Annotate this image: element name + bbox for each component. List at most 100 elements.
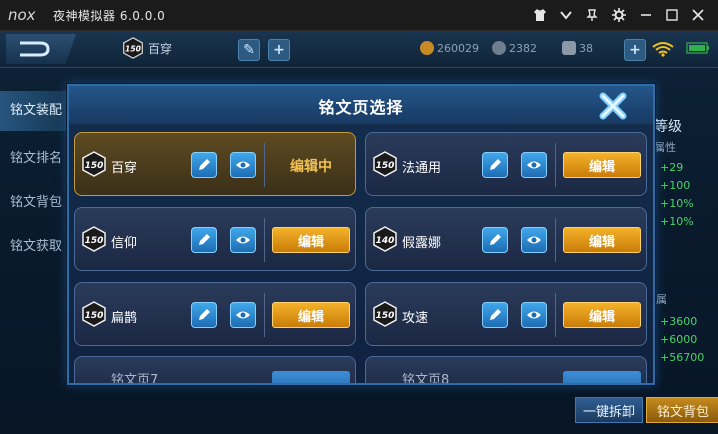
settings-button[interactable] xyxy=(609,5,629,25)
svg-text:150: 150 xyxy=(125,44,142,53)
stat-value: +3600 xyxy=(660,315,698,328)
edit-page-button[interactable]: 编辑 xyxy=(563,152,641,178)
svg-text:150: 150 xyxy=(85,161,104,171)
diamond-resource: 2382 xyxy=(492,41,537,55)
rune-page-name: 铭文页8 xyxy=(402,373,450,383)
view-page-button[interactable] xyxy=(521,227,547,253)
stats-panel: 等级 属性 +29 +100 +10% +10% 属 +3600 +6000 +… xyxy=(648,101,718,381)
level-badge: 150 xyxy=(82,301,106,327)
rename-button[interactable]: ✎ xyxy=(238,39,260,61)
rename-page-button[interactable] xyxy=(482,227,508,253)
pencil-icon xyxy=(199,234,210,245)
rune-page-card[interactable]: 150 信仰 编辑 xyxy=(74,207,356,271)
gear-icon xyxy=(612,8,626,22)
rename-page-button[interactable] xyxy=(191,227,217,253)
gold-coin-icon xyxy=(420,41,434,55)
view-page-button[interactable] xyxy=(521,152,547,178)
level-badge: 150 xyxy=(373,301,397,327)
pencil-icon xyxy=(199,159,210,170)
shirt-icon xyxy=(534,9,546,21)
page-level-badge: 150 xyxy=(123,37,143,59)
pencil-icon xyxy=(490,309,501,320)
skin-button[interactable] xyxy=(530,5,550,25)
partial-action-button[interactable] xyxy=(272,371,350,383)
rune-page-card[interactable]: 150 扁鹊 编辑 xyxy=(74,282,356,346)
stat-value: +29 xyxy=(660,161,684,174)
rune-page-card-partial[interactable]: 铭文页7 xyxy=(74,356,356,383)
view-page-button[interactable] xyxy=(230,302,256,328)
rune-bag-button[interactable]: 铭文背包 xyxy=(646,397,718,423)
card-divider xyxy=(555,293,556,337)
view-page-button[interactable] xyxy=(230,152,256,178)
edit-page-button[interactable]: 编辑 xyxy=(563,227,641,253)
rune-page-select-dialog: 铭文页选择 150 百穿 编辑中 150 法通用 编辑 150 信仰 编辑 14… xyxy=(67,84,655,385)
maximize-icon xyxy=(666,9,678,21)
stat-value: +56700 xyxy=(660,351,705,364)
edit-page-button[interactable]: 编辑 xyxy=(563,302,641,328)
maximize-button[interactable] xyxy=(662,5,682,25)
rune-page-name: 信仰 xyxy=(111,236,138,251)
level-badge: 150 xyxy=(82,226,106,252)
menu-dropdown-button[interactable] xyxy=(556,5,576,25)
chevron-down-icon xyxy=(560,11,572,20)
recharge-button[interactable]: + xyxy=(624,39,646,61)
gold-resource: 260029 xyxy=(420,41,479,55)
back-button[interactable] xyxy=(6,34,76,64)
svg-text:150: 150 xyxy=(85,311,104,321)
eye-icon xyxy=(527,236,541,244)
level-badge: 140 xyxy=(373,226,397,252)
pin-button[interactable] xyxy=(582,5,602,25)
card-divider xyxy=(264,293,265,337)
rune-page-card[interactable]: 150 攻速 编辑 xyxy=(365,282,647,346)
sidebar-item-assemble[interactable]: 铭文装配 xyxy=(0,91,70,131)
current-page-name: 百穿 xyxy=(148,42,173,56)
pencil-icon xyxy=(490,234,501,245)
stat-value: +10% xyxy=(660,215,694,228)
partial-action-button[interactable] xyxy=(563,371,641,383)
editing-status-label: 编辑中 xyxy=(290,159,332,175)
disassemble-all-button[interactable]: 一键拆卸 xyxy=(575,397,643,423)
emulator-title-bar: nox 夜神模拟器 6.0.0.0 xyxy=(0,0,718,31)
rune-page-name: 铭文页7 xyxy=(111,373,159,383)
view-page-button[interactable] xyxy=(230,227,256,253)
stats-subtitle: 属性 xyxy=(654,141,676,154)
close-icon xyxy=(599,92,627,120)
back-arrow-icon xyxy=(20,41,50,57)
minimize-button[interactable] xyxy=(636,5,656,25)
rune-page-name: 假露娜 xyxy=(402,236,442,251)
sidebar-item-ranking[interactable]: 铭文排名 xyxy=(0,139,70,179)
rename-page-button[interactable] xyxy=(191,302,217,328)
view-page-button[interactable] xyxy=(521,302,547,328)
sidebar-item-bag[interactable]: 铭文背包 xyxy=(0,183,70,223)
rune-page-list: 150 百穿 编辑中 150 法通用 编辑 150 信仰 编辑 140 假露娜 … xyxy=(69,124,653,383)
eye-icon xyxy=(236,236,250,244)
eye-icon xyxy=(527,311,541,319)
app-title: 夜神模拟器 6.0.0.0 xyxy=(53,9,166,23)
rename-page-button[interactable] xyxy=(191,152,217,178)
rune-sidebar: 铭文装配 铭文排名 铭文背包 铭文获取 xyxy=(0,91,70,291)
close-window-button[interactable] xyxy=(688,5,708,25)
pin-icon xyxy=(586,9,598,21)
svg-text:140: 140 xyxy=(376,236,395,246)
dialog-title: 铭文页选择 xyxy=(318,98,404,117)
stat-value: +6000 xyxy=(660,333,698,346)
svg-text:150: 150 xyxy=(376,311,395,321)
sidebar-item-acquire[interactable]: 铭文获取 xyxy=(0,227,70,267)
level-badge: 150 xyxy=(373,151,397,177)
rename-page-button[interactable] xyxy=(482,302,508,328)
diamond-icon xyxy=(492,41,506,55)
svg-text:150: 150 xyxy=(85,236,104,246)
rune-page-card[interactable]: 150 百穿 编辑中 xyxy=(74,132,356,196)
dialog-close-button[interactable] xyxy=(597,90,629,122)
rune-page-card[interactable]: 150 法通用 编辑 xyxy=(365,132,647,196)
card-divider xyxy=(264,218,265,262)
minimize-icon xyxy=(641,14,651,16)
rune-page-card[interactable]: 140 假露娜 编辑 xyxy=(365,207,647,271)
fragment-icon xyxy=(562,41,576,55)
add-page-button[interactable]: + xyxy=(268,39,290,61)
rune-page-card-partial[interactable]: 铭文页8 xyxy=(365,356,647,383)
edit-page-button[interactable]: 编辑 xyxy=(272,227,350,253)
edit-page-button[interactable]: 编辑 xyxy=(272,302,350,328)
wifi-icon xyxy=(652,42,674,57)
rename-page-button[interactable] xyxy=(482,152,508,178)
